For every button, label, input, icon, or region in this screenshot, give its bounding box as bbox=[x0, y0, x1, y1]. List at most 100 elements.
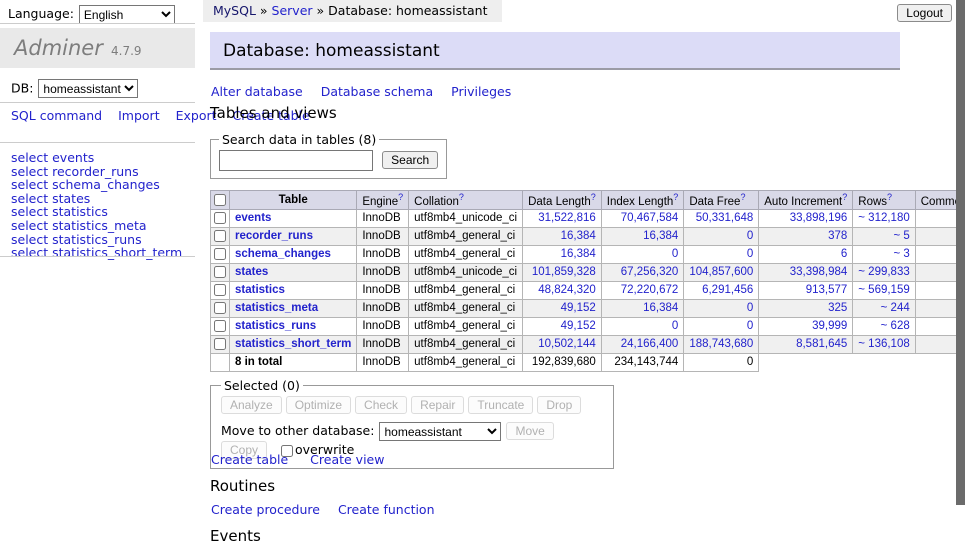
row-checkbox-cell bbox=[211, 317, 230, 335]
create-links: Create table Create view bbox=[211, 452, 406, 467]
table-link-statistics[interactable]: statistics bbox=[235, 284, 285, 296]
breadcrumb-mysql-link[interactable]: MySQL bbox=[213, 3, 256, 18]
rows-cell: ~ 3 bbox=[853, 245, 915, 263]
table-link-statistics-meta[interactable]: statistics_meta bbox=[235, 302, 318, 314]
collation-cell: utf8mb4_general_ci bbox=[409, 317, 523, 335]
data-length-cell: 16,384 bbox=[523, 245, 602, 263]
collation-cell: utf8mb4_general_ci bbox=[409, 245, 523, 263]
total-row: 8 in totalInnoDButf8mb4_general_ci192,83… bbox=[211, 353, 966, 371]
logout-button[interactable]: Logout bbox=[897, 4, 952, 22]
routine-link-create-function[interactable]: Create function bbox=[338, 502, 435, 517]
table-name-cell: recorder_runs bbox=[230, 227, 357, 245]
optimize-button: Optimize bbox=[286, 396, 351, 414]
table-link-statistics-runs[interactable]: statistics_runs bbox=[235, 320, 316, 332]
row-checkbox[interactable] bbox=[214, 248, 226, 260]
move-db-label: Move to other database: bbox=[221, 423, 374, 438]
row-checkbox[interactable] bbox=[214, 320, 226, 332]
data-length-cell: 49,152 bbox=[523, 299, 602, 317]
column-header-label: Auto Increment bbox=[764, 196, 842, 208]
total-collation-cell: utf8mb4_general_ci bbox=[409, 353, 523, 371]
db-action-database-schema[interactable]: Database schema bbox=[321, 84, 433, 99]
table-link-states[interactable]: states bbox=[235, 266, 268, 278]
table-link-statistics-short-term[interactable]: statistics_short_term bbox=[235, 338, 351, 350]
divider bbox=[0, 142, 195, 143]
table-link-recorder-runs[interactable]: recorder_runs bbox=[235, 230, 313, 242]
breadcrumb-server-link[interactable]: Server bbox=[272, 3, 313, 18]
row-checkbox-cell bbox=[211, 281, 230, 299]
table-row: statistics_metaInnoDButf8mb4_general_ci4… bbox=[211, 299, 966, 317]
help-link[interactable]: ? bbox=[398, 192, 403, 202]
help-link[interactable]: ? bbox=[673, 192, 678, 202]
adminer-screen: Language:English Logout Adminer 4.7.9 DB… bbox=[0, 0, 966, 543]
index-length-cell: 70,467,584 bbox=[601, 209, 684, 227]
routines-heading: Routines bbox=[210, 477, 275, 495]
data-free-cell: 0 bbox=[684, 299, 759, 317]
column-header-label: Engine bbox=[362, 196, 398, 208]
help-link[interactable]: ? bbox=[591, 192, 596, 202]
row-checkbox[interactable] bbox=[214, 338, 226, 350]
truncate-button: Truncate bbox=[468, 396, 533, 414]
search-input[interactable] bbox=[219, 150, 373, 171]
table-row: schema_changesInnoDButf8mb4_general_ci16… bbox=[211, 245, 966, 263]
total-data-free-cell: 0 bbox=[684, 353, 759, 371]
column-header-table: Table bbox=[230, 191, 357, 210]
help-link[interactable]: ? bbox=[740, 192, 745, 202]
rows-cell: ~ 628 bbox=[853, 317, 915, 335]
table-link-events[interactable]: events bbox=[235, 212, 271, 224]
create-link-create-view[interactable]: Create view bbox=[310, 452, 384, 467]
sidebar-link-select-statistics-short-term[interactable]: select statistics_short_term bbox=[11, 245, 182, 260]
row-checkbox-cell bbox=[211, 209, 230, 227]
table-name-cell: statistics_runs bbox=[230, 317, 357, 335]
sidebar-table-link-item: select statistics bbox=[11, 205, 182, 219]
total-data-length-cell: 192,839,680 bbox=[523, 353, 602, 371]
create-link-create-table[interactable]: Create table bbox=[211, 452, 288, 467]
index-length-cell: 0 bbox=[601, 245, 684, 263]
sidebar-actions: SQL commandImportExportCreate table bbox=[11, 109, 189, 123]
breadcrumb-current: Database: homeassistant bbox=[328, 3, 487, 18]
db-action-alter-database[interactable]: Alter database bbox=[211, 84, 303, 99]
data-free-cell: 0 bbox=[684, 227, 759, 245]
row-checkbox[interactable] bbox=[214, 212, 226, 224]
column-header-label: Data Length bbox=[528, 196, 591, 208]
row-checkbox-cell bbox=[211, 245, 230, 263]
table-name-cell: statistics bbox=[230, 281, 357, 299]
engine-cell: InnoDB bbox=[357, 263, 409, 281]
column-header-engine: Engine? bbox=[357, 191, 409, 210]
table-link-schema-changes[interactable]: schema_changes bbox=[235, 248, 331, 260]
auto-increment-cell: 325 bbox=[759, 299, 853, 317]
column-header-label: Rows bbox=[858, 196, 887, 208]
table-name-cell: statistics_meta bbox=[230, 299, 357, 317]
breadcrumb-separator: » bbox=[317, 3, 325, 18]
auto-increment-cell: 6 bbox=[759, 245, 853, 263]
collation-cell: utf8mb4_unicode_ci bbox=[409, 209, 523, 227]
db-action-privileges[interactable]: Privileges bbox=[451, 84, 511, 99]
breadcrumb: MySQL » Server » Database: homeassistant bbox=[203, 0, 502, 22]
engine-cell: InnoDB bbox=[357, 335, 409, 353]
sidebar-action-sql-command[interactable]: SQL command bbox=[11, 108, 102, 123]
tables-and-views-heading: Tables and views bbox=[210, 104, 337, 122]
routine-links: Create procedure Create function bbox=[211, 502, 453, 517]
row-checkbox[interactable] bbox=[214, 302, 226, 314]
collation-cell: utf8mb4_unicode_ci bbox=[409, 263, 523, 281]
help-link[interactable]: ? bbox=[459, 192, 464, 202]
row-checkbox[interactable] bbox=[214, 284, 226, 296]
scrollbar-thumb[interactable] bbox=[956, 0, 965, 505]
column-header-index-length: Index Length? bbox=[601, 191, 684, 210]
row-checkbox[interactable] bbox=[214, 230, 226, 242]
data-free-cell: 0 bbox=[684, 317, 759, 335]
table-name-cell: states bbox=[230, 263, 357, 281]
scrollbar[interactable] bbox=[956, 0, 966, 543]
db-select[interactable]: homeassistant bbox=[38, 79, 138, 98]
table-header-row: TableEngine?Collation?Data Length?Index … bbox=[211, 191, 966, 210]
search-button[interactable]: Search bbox=[382, 151, 438, 169]
search-legend: Search data in tables (8) bbox=[219, 132, 379, 147]
row-checkbox[interactable] bbox=[214, 266, 226, 278]
move-db-select[interactable]: homeassistant bbox=[379, 422, 501, 441]
routine-link-create-procedure[interactable]: Create procedure bbox=[211, 502, 320, 517]
select-all-checkbox[interactable] bbox=[214, 194, 226, 206]
help-link[interactable]: ? bbox=[842, 192, 847, 202]
sidebar-table-link-item: select recorder_runs bbox=[11, 165, 182, 179]
row-checkbox-cell bbox=[211, 227, 230, 245]
sidebar-action-import[interactable]: Import bbox=[118, 108, 160, 123]
help-link[interactable]: ? bbox=[887, 192, 892, 202]
